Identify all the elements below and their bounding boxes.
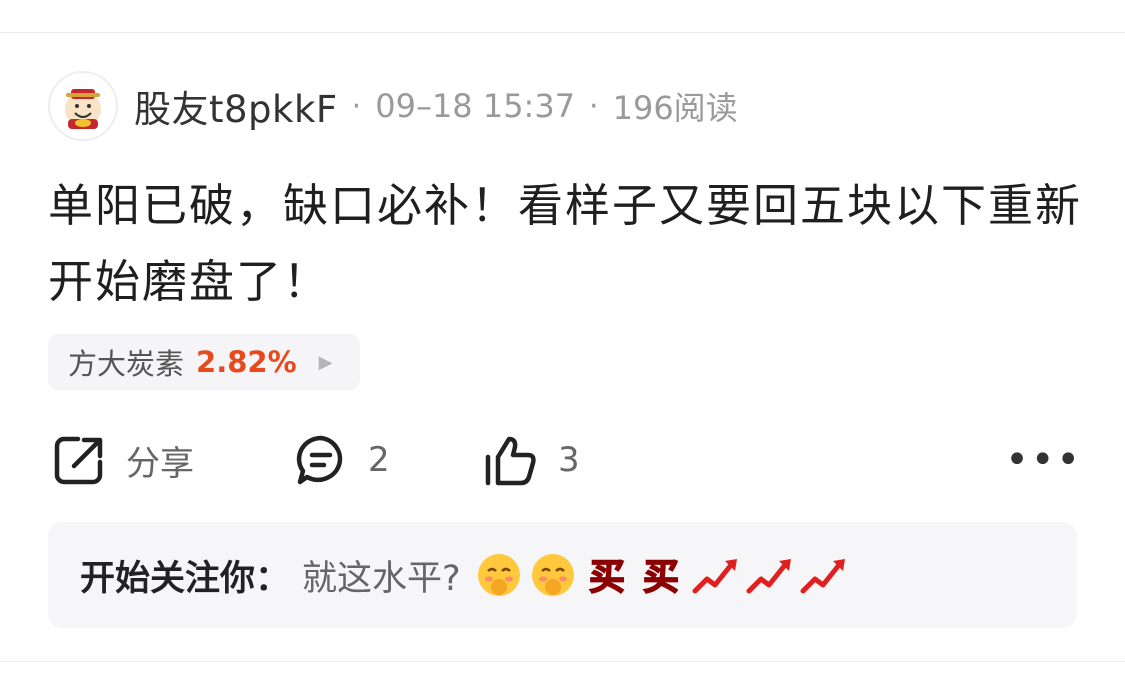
thumbs-up-icon: [485, 436, 536, 486]
reply-author[interactable]: 开始关注你: [80, 550, 255, 601]
share-label: 分享: [126, 443, 194, 484]
uptrend-emoji-icon: [799, 551, 847, 599]
post-date: 09–18 15:37: [375, 87, 576, 125]
more-options-icon[interactable]: •••: [1005, 440, 1082, 480]
stock-tag[interactable]: 方大炭素 2.82% ▶: [48, 334, 361, 390]
reply-colon: ：: [255, 558, 291, 599]
comment-icon: [296, 435, 343, 485]
shy-smile-emoji-icon: [475, 551, 523, 599]
post-header: 股友t8pkkF · 09–18 15:37 · 196阅读: [48, 70, 738, 142]
uptrend-emoji-icon: [691, 551, 739, 599]
comment-button[interactable]: 2: [294, 430, 390, 490]
caishen-avatar-icon: [65, 89, 101, 129]
share-button[interactable]: 分享: [52, 430, 194, 490]
shy-smile-emoji-icon: [529, 551, 577, 599]
share-icon: [54, 436, 103, 485]
post-meta: · 09–18 15:37 · 196阅读: [338, 83, 738, 129]
meta-separator: ·: [351, 88, 362, 124]
avatar[interactable]: [48, 71, 118, 141]
uptrend-emoji-icon: [745, 551, 793, 599]
buy-emoji-text: 买: [643, 557, 679, 598]
comment-count: 2: [368, 440, 390, 480]
stock-change: 2.82%: [196, 345, 297, 379]
reply-preview[interactable]: 开始关注你 ： 就这水平? 买 买: [48, 522, 1077, 628]
meta-separator: ·: [589, 88, 599, 124]
caret-right-icon: ▶: [318, 351, 333, 373]
author-name[interactable]: 股友t8pkkF: [134, 79, 338, 133]
like-button[interactable]: 3: [482, 430, 580, 490]
reply-text: 就这水平?: [302, 558, 461, 599]
top-divider: [0, 32, 1125, 33]
buy-emoji-text: 买: [589, 557, 625, 598]
buy-emoji-icon: 买: [583, 551, 631, 599]
buy-emoji-icon: 买: [637, 551, 685, 599]
action-bar: 分享 2 3 •••: [52, 430, 1082, 490]
post-content[interactable]: 单阳已破，缺口必补！看样子又要回五块以下重新开始磨盘了！: [48, 168, 1088, 320]
bottom-divider: [0, 661, 1125, 662]
stock-name: 方大炭素: [68, 347, 185, 381]
like-count: 3: [558, 440, 580, 480]
read-count: 196阅读: [612, 89, 738, 127]
